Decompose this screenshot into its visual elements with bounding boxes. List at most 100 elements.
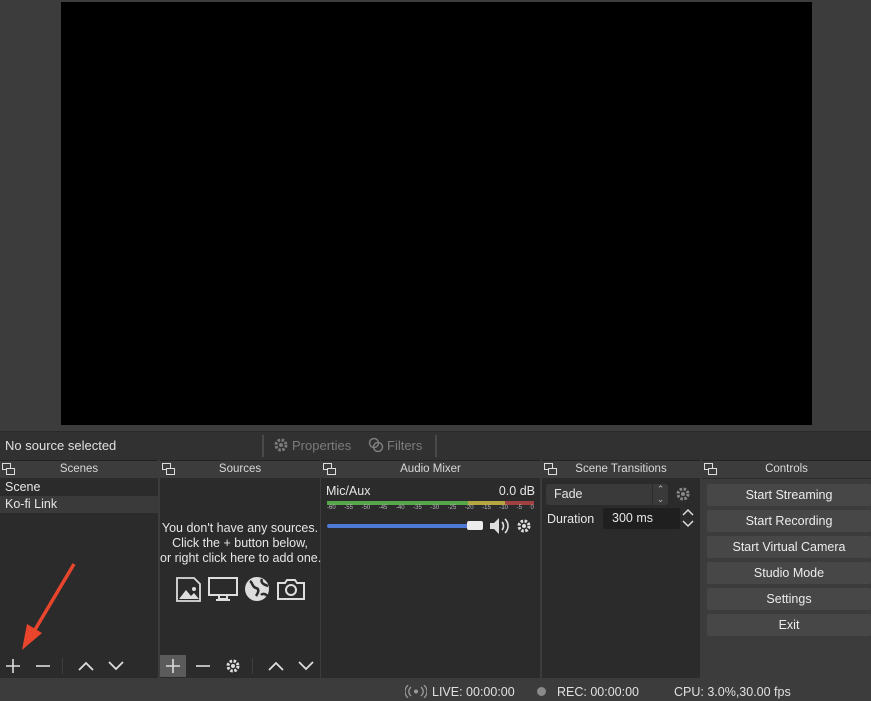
audio-mixer-title: Audio Mixer <box>400 463 461 475</box>
start-recording-button[interactable]: Start Recording <box>707 510 871 532</box>
scene-transitions-dock: Scene Transitions Fade ⌃ ⌄ Duration 300 m… <box>542 460 700 678</box>
scene-transitions-body: Fade ⌃ ⌄ Duration 300 ms <box>542 479 700 678</box>
filter-icon <box>368 437 384 453</box>
scenes-title: Scenes <box>59 463 99 475</box>
sources-list[interactable]: You don't have any sources. Click the + … <box>160 479 322 678</box>
scene-item[interactable]: Scene <box>0 479 158 496</box>
plus-icon <box>6 659 20 673</box>
plus-icon <box>166 659 180 673</box>
record-dot-icon <box>537 687 546 696</box>
sources-title: Sources <box>218 463 262 475</box>
move-scene-up-button[interactable] <box>73 655 99 677</box>
duration-input[interactable]: 300 ms <box>603 508 680 529</box>
chevron-updown-icon: ⌃ ⌄ <box>652 484 668 505</box>
scenes-toolbar <box>0 654 158 678</box>
controls-title-bar: Controls <box>702 460 871 478</box>
live-timer: LIVE: 00:00:00 <box>432 685 515 699</box>
gear-icon[interactable] <box>675 486 691 502</box>
source-properties-button[interactable] <box>220 655 246 677</box>
controls-dock: Controls Start Streaming Start Recording… <box>702 460 871 678</box>
gear-icon <box>226 659 240 673</box>
move-source-up-button[interactable] <box>263 655 289 677</box>
properties-label: Properties <box>292 437 352 453</box>
audio-mixer-dock: Audio Mixer Mic/Aux 0.0 dB -60 -55 -50 -45-… <box>321 460 540 678</box>
duration-spinner[interactable] <box>681 507 695 529</box>
scenes-dock: Scenes Scene Ko-fi Link <box>0 460 158 678</box>
meter-ticks: -60 -55 -50 -45 -40 -35 -30 -25 -20 -15 -10 -5 0 <box>327 505 534 515</box>
meter-tick-label: -5 <box>516 505 522 511</box>
sources-title-bar: Sources <box>160 460 320 478</box>
meter-tick-label: -20 <box>464 505 474 511</box>
add-scene-button[interactable] <box>0 655 26 677</box>
duration-label: Duration <box>547 512 595 526</box>
scene-transitions-title-bar: Scene Transitions <box>542 460 700 478</box>
meter-tick-label: -15 <box>482 505 491 511</box>
divider <box>262 435 264 457</box>
monitor-icon <box>208 577 238 601</box>
remove-source-button[interactable] <box>190 655 216 677</box>
cpu-usage: CPU: 3.0%,30.00 fps <box>674 685 791 699</box>
meter-tick-label: -30 <box>430 505 440 511</box>
add-source-button[interactable] <box>160 655 186 677</box>
meter-tick-label: 0 <box>530 505 534 511</box>
meter-tick-label: -35 <box>413 505 422 511</box>
meter-tick-label: -45 <box>378 505 388 511</box>
properties-button[interactable]: Properties <box>273 437 351 453</box>
globe-icon <box>245 577 269 601</box>
rec-timer: REC: 00:00:00 <box>557 685 639 699</box>
preview-canvas[interactable] <box>61 2 812 425</box>
filters-button[interactable]: Filters <box>368 437 422 453</box>
no-source-label: No source selected <box>5 438 117 453</box>
preview-area <box>0 0 871 430</box>
remove-scene-button[interactable] <box>30 655 56 677</box>
filters-label: Filters <box>387 437 423 453</box>
move-scene-down-button[interactable] <box>103 655 129 677</box>
transition-selected: Fade <box>554 487 583 501</box>
chevron-down-icon <box>108 661 124 671</box>
studio-mode-button[interactable]: Studio Mode <box>707 562 871 584</box>
divider <box>252 658 253 674</box>
sources-dock: Sources You don't have any sources. Clic… <box>160 460 322 678</box>
speaker-icon[interactable] <box>489 517 511 535</box>
gear-icon[interactable] <box>516 518 532 534</box>
camera-icon <box>277 579 305 600</box>
source-type-icons <box>160 575 320 603</box>
channel-db: 0.0 dB <box>498 484 535 498</box>
empty-line: You don't have any sources. <box>161 521 319 535</box>
move-source-down-button[interactable] <box>293 655 319 677</box>
scenes-list: Scene Ko-fi Link <box>0 479 158 678</box>
sources-toolbar <box>160 654 320 678</box>
meter-tick-label: -40 <box>395 505 405 511</box>
meter-tick-label: -55 <box>344 505 353 511</box>
meter-tick-label: -25 <box>447 505 457 511</box>
broadcast-icon <box>405 685 427 698</box>
transition-select[interactable]: Fade ⌃ ⌄ <box>546 484 668 505</box>
controls-body: Start Streaming Start Recording Start Vi… <box>702 479 871 678</box>
scenes-title-bar: Scenes <box>0 460 158 478</box>
start-virtual-camera-button[interactable]: Start Virtual Camera <box>707 536 871 558</box>
gear-icon <box>274 438 288 452</box>
minus-icon <box>36 665 50 667</box>
audio-mixer-body: Mic/Aux 0.0 dB -60 -55 -50 -45 -40 -35 -30 -25-… <box>321 479 540 678</box>
chevron-up-icon <box>78 661 94 671</box>
divider <box>62 658 63 674</box>
chevron-up-icon <box>268 661 284 671</box>
exit-button[interactable]: Exit <box>707 614 871 636</box>
scene-transitions-title: Scene Transitions <box>575 463 667 475</box>
minus-icon <box>196 665 210 667</box>
scene-item[interactable]: Ko-fi Link <box>0 496 158 513</box>
source-toolbar: No source selected Properties Filters <box>0 431 871 460</box>
meter-tick-label: -10 <box>499 505 509 511</box>
volume-slider[interactable] <box>327 524 477 528</box>
meter-tick-label: -50 <box>361 505 371 511</box>
controls-title: Controls <box>765 463 808 475</box>
status-bar: LIVE: 00:00:00 REC: 00:00:00 CPU: 3.0%,3… <box>0 679 871 701</box>
start-streaming-button[interactable]: Start Streaming <box>707 484 871 506</box>
volume-slider-handle[interactable] <box>467 521 483 530</box>
empty-line: or right click here to add one. <box>160 551 322 565</box>
channel-name: Mic/Aux <box>326 484 371 498</box>
empty-line: Click the + button below, <box>172 536 308 550</box>
audio-mixer-title-bar: Audio Mixer <box>321 460 540 478</box>
settings-button[interactable]: Settings <box>707 588 871 610</box>
sources-empty-message: You don't have any sources. Click the + … <box>160 521 322 566</box>
